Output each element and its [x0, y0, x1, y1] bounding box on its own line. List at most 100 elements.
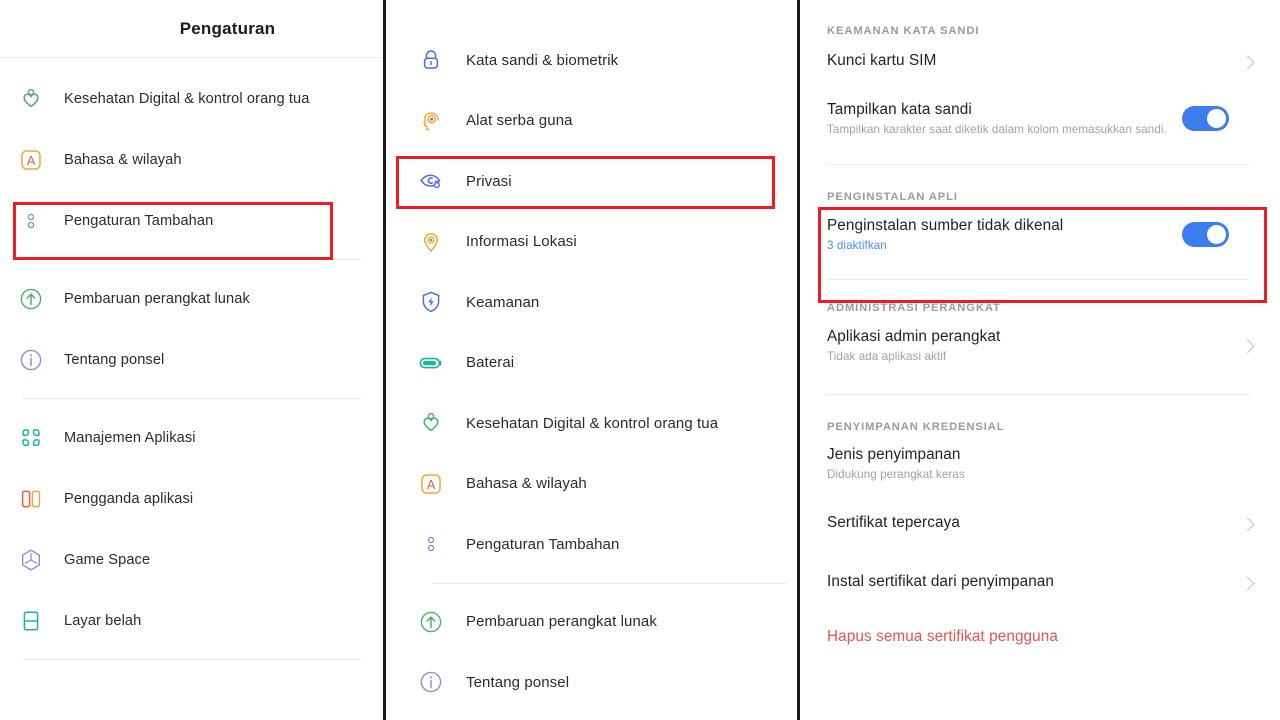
section-credential-storage: PENYIMPANAN KREDENSIAL Jenis penyimpanan… — [800, 395, 1277, 663]
divider — [22, 259, 361, 260]
menu-item-language-region[interactable]: A Bahasa & wilayah — [386, 454, 797, 515]
toggle-knob — [1207, 109, 1226, 128]
chevron-right-icon — [1240, 55, 1254, 69]
pref-install-certificate[interactable]: Instal sertifikat dari penyimpanan — [800, 552, 1277, 611]
sidebar-item-label: Pengganda aplikasi — [64, 491, 193, 507]
chevron-right-icon — [1240, 339, 1254, 353]
sidebar-item-label: Kesehatan Digital & kontrol orang tua — [64, 91, 309, 107]
pref-device-admin-apps[interactable]: Aplikasi admin perangkat Tidak ada aplik… — [800, 314, 1277, 376]
menu-item-label: Pembaruan perangkat lunak — [466, 613, 657, 630]
section-password-security: KEAMANAN KATA SANDI Kunci kartu SIM Tamp… — [800, 0, 1277, 165]
toggle-unknown-sources[interactable] — [1182, 222, 1229, 247]
sidebar-item-app-cloner[interactable]: Pengganda aplikasi — [0, 468, 383, 529]
sidebar-item-digital-wellbeing[interactable]: Kesehatan Digital & kontrol orang tua — [0, 68, 383, 129]
section-device-administration: ADMINISTRASI PERANGKAT Aplikasi admin pe… — [800, 280, 1277, 395]
menu-item-security[interactable]: Keamanan — [386, 272, 797, 333]
menu-item-label: Keamanan — [466, 294, 539, 311]
settings-group-3: Manajemen Aplikasi Pengganda aplikasi — [0, 407, 383, 651]
menu-item-label: Kata sandi & biometrik — [466, 52, 618, 69]
menu-item-about-phone[interactable]: Tentang ponsel — [386, 652, 797, 713]
pref-storage-type[interactable]: Jenis penyimpanan Didukung perangkat ker… — [800, 433, 1277, 493]
menu-item-location-info[interactable]: Informasi Lokasi — [386, 212, 797, 273]
pref-title: Hapus semua sertifikat pengguna — [827, 628, 1058, 646]
sidebar-item-game-space[interactable]: Game Space — [0, 529, 383, 590]
panel-settings-main: Pengaturan Kesehatan Digital & kontrol o… — [0, 0, 383, 720]
about-phone-info-icon — [414, 665, 448, 699]
section-app-installation: PENGINSTALAN APLI Penginstalan sumber ti… — [800, 165, 1277, 280]
settings-group-1: Kesehatan Digital & kontrol orang tua A … — [0, 68, 383, 251]
menu-item-password-biometrics[interactable]: Kata sandi & biometrik — [386, 30, 797, 91]
game-space-icon — [14, 543, 48, 577]
pref-subtitle-link[interactable]: 3 diaktifkan — [827, 239, 1063, 252]
pref-subtitle: Didukung perangkat keras — [827, 468, 965, 481]
convenience-tools-icon — [414, 104, 448, 138]
app-cloner-icon — [14, 482, 48, 516]
sidebar-item-split-screen[interactable]: Layar belah — [0, 590, 383, 651]
menu-item-digital-wellbeing[interactable]: Kesehatan Digital & kontrol orang tua — [386, 393, 797, 454]
menu-item-label: Alat serba guna — [466, 112, 573, 129]
chevron-right-icon — [1240, 517, 1254, 531]
section-header: ADMINISTRASI PERANGKAT — [800, 280, 1277, 314]
additional-settings-icon — [14, 204, 48, 238]
sidebar-item-label: Manajemen Aplikasi — [64, 430, 196, 446]
sidebar-item-about-phone[interactable]: Tentang ponsel — [0, 329, 383, 390]
chevron-right-icon — [1240, 576, 1254, 590]
sidebar-item-label: Pengaturan Tambahan — [64, 213, 213, 229]
battery-icon — [414, 346, 448, 380]
pref-title: Tampilkan kata sandi — [827, 101, 1167, 119]
location-pin-icon — [414, 225, 448, 259]
sidebar-item-label: Game Space — [64, 552, 150, 568]
pref-title: Aplikasi admin perangkat — [827, 328, 1000, 346]
lock-icon — [414, 43, 448, 77]
menu-item-convenience-tools[interactable]: Alat serba guna — [386, 91, 797, 152]
software-update-icon — [14, 282, 48, 316]
sidebar-item-app-management[interactable]: Manajemen Aplikasi — [0, 407, 383, 468]
menu-item-label: Pengaturan Tambahan — [466, 536, 619, 553]
svg-text:A: A — [27, 154, 36, 168]
pref-trusted-certificates[interactable]: Sertifikat tepercaya — [800, 493, 1277, 552]
menu-item-battery[interactable]: Baterai — [386, 333, 797, 394]
pref-sim-card-lock[interactable]: Kunci kartu SIM — [800, 37, 1277, 84]
additional-settings-icon — [414, 527, 448, 561]
sidebar-item-language-region[interactable]: A Bahasa & wilayah — [0, 129, 383, 190]
section-header: KEAMANAN KATA SANDI — [800, 0, 1277, 37]
pref-subtitle: Tampilkan karakter saat diketik dalam ko… — [827, 123, 1167, 136]
settings-screenshot-composite: Pengaturan Kesehatan Digital & kontrol o… — [0, 0, 1280, 720]
sidebar-item-label: Tentang ponsel — [64, 352, 164, 368]
page-title: Pengaturan — [180, 19, 276, 39]
section-header: PENGINSTALAN APLI — [800, 165, 1277, 203]
menu-item-label: Informasi Lokasi — [466, 233, 577, 250]
pref-title: Instal sertifikat dari penyimpanan — [827, 573, 1054, 591]
title-bar: Pengaturan — [0, 0, 383, 58]
pref-title: Kunci kartu SIM — [827, 52, 936, 70]
menu-item-software-update[interactable]: Pembaruan perangkat lunak — [386, 592, 797, 653]
security-shield-icon — [414, 285, 448, 319]
pref-clear-user-certificates[interactable]: Hapus semua sertifikat pengguna — [800, 611, 1277, 663]
pref-title: Penginstalan sumber tidak dikenal — [827, 217, 1063, 235]
divider — [432, 583, 787, 584]
privacy-eye-icon — [414, 164, 448, 198]
menu-item-label: Bahasa & wilayah — [466, 475, 587, 492]
menu-item-label: Privasi — [466, 173, 512, 190]
menu-item-label: Tentang ponsel — [466, 674, 569, 691]
split-screen-icon — [14, 604, 48, 638]
digital-wellbeing-icon — [14, 82, 48, 116]
menu-item-additional-settings[interactable]: Pengaturan Tambahan — [386, 514, 797, 575]
sidebar-item-software-update[interactable]: Pembaruan perangkat lunak — [0, 268, 383, 329]
svg-text:A: A — [427, 478, 436, 492]
language-a-icon: A — [14, 143, 48, 177]
divider — [22, 659, 361, 660]
mid-group-2: Pembaruan perangkat lunak Tentang ponsel — [386, 592, 797, 713]
software-update-icon — [414, 605, 448, 639]
menu-item-privacy[interactable]: Privasi — [386, 151, 797, 212]
digital-wellbeing-icon — [414, 406, 448, 440]
settings-group-2: Pembaruan perangkat lunak Tentang ponsel — [0, 268, 383, 390]
about-phone-info-icon — [14, 343, 48, 377]
pref-show-passwords[interactable]: Tampilkan kata sandi Tampilkan karakter … — [800, 84, 1277, 152]
panel-additional-settings: Kata sandi & biometrik Alat serba guna — [383, 0, 800, 720]
mid-group-1: Kata sandi & biometrik Alat serba guna — [386, 30, 797, 575]
pref-unknown-sources[interactable]: Penginstalan sumber tidak dikenal 3 diak… — [800, 203, 1277, 265]
toggle-show-passwords[interactable] — [1182, 106, 1229, 131]
sidebar-item-additional-settings[interactable]: Pengaturan Tambahan — [0, 190, 383, 251]
menu-item-label: Baterai — [466, 354, 514, 371]
